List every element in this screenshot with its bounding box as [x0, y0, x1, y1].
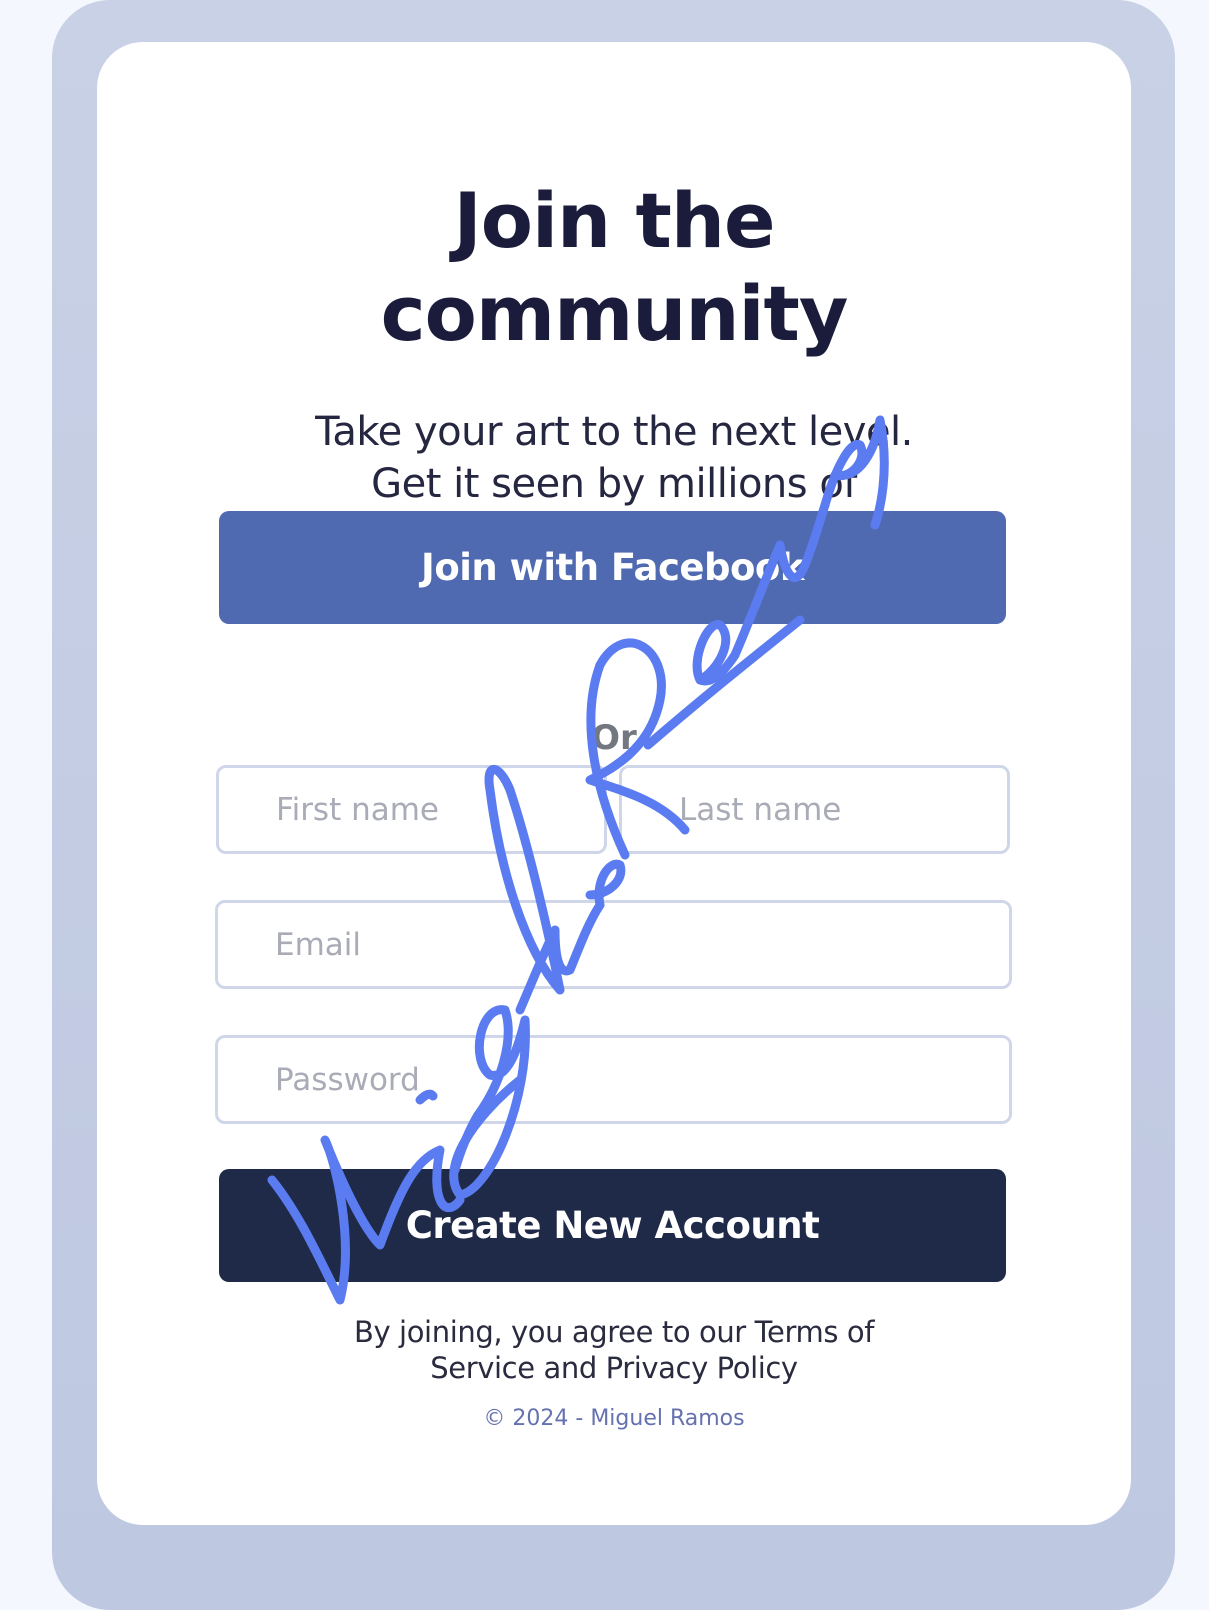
page-title: Join the community	[97, 174, 1131, 360]
password-input[interactable]	[215, 1035, 1012, 1124]
or-divider: Or	[591, 718, 637, 758]
email-input[interactable]	[215, 900, 1012, 989]
last-name-input[interactable]	[619, 765, 1010, 854]
title-line-2: community	[380, 269, 849, 358]
create-new-account-button[interactable]: Create New Account	[219, 1169, 1006, 1282]
join-with-facebook-button[interactable]: Join with Facebook	[219, 511, 1006, 624]
signup-card: Join the community Take your art to the n…	[97, 42, 1131, 1525]
copyright-text: © 2024 - Miguel Ramos	[483, 1406, 745, 1431]
first-name-input[interactable]	[216, 765, 607, 854]
terms-text: By joining, you agree to our Terms of Se…	[353, 1315, 875, 1385]
title-line-1: Join the	[453, 176, 775, 265]
